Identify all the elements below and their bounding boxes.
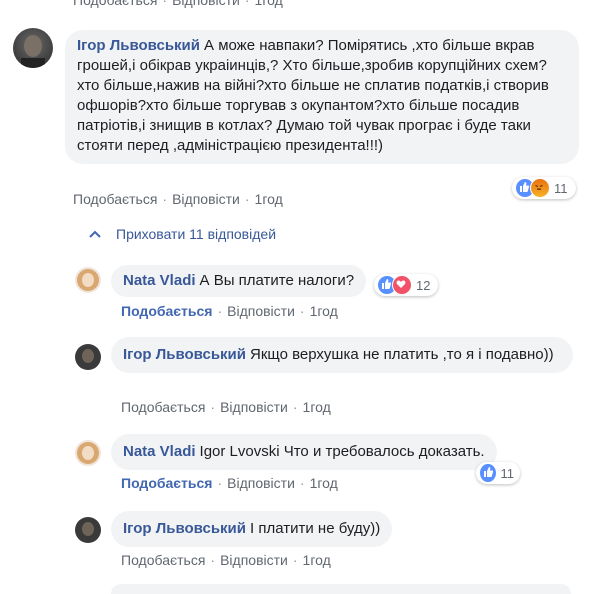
reply-bubble: Nata Vladi Igor Lvovski Что и требовалось…: [111, 434, 497, 470]
reply-actions: Подобається · Відповісти · 1год: [121, 399, 331, 415]
timestamp[interactable]: 1год: [310, 475, 338, 491]
timestamp[interactable]: 1год: [310, 303, 338, 319]
like-link[interactable]: Подобається: [73, 191, 157, 207]
avatar[interactable]: [75, 440, 101, 466]
like-link[interactable]: Подобається: [73, 0, 157, 8]
avatar[interactable]: [13, 28, 53, 68]
reply-actions: Подобається · Відповісти · 1год: [121, 475, 338, 491]
timestamp[interactable]: 1год: [303, 552, 331, 568]
reply-bubble: Ігор Львовський І платити не буду)): [111, 511, 393, 547]
reaction-summary[interactable]: 12: [374, 274, 438, 296]
avatar-face-icon: [77, 442, 99, 464]
avatar-face-icon: [21, 35, 45, 68]
reply-link[interactable]: Відповісти: [227, 303, 295, 319]
comment-actions: Подобається · Відповісти · 1год: [73, 191, 283, 207]
like-link[interactable]: Подобається: [121, 399, 205, 415]
reply-link[interactable]: Відповісти: [227, 475, 295, 491]
avatar-face-icon: [77, 269, 99, 291]
reply-actions: Подобається · Відповісти · 1год: [121, 552, 331, 568]
comment-text: І платити не буду)): [250, 520, 381, 537]
reply-link[interactable]: Відповісти: [172, 0, 240, 8]
reply-bubble: Nata Vladi А Вы платите налоги?: [111, 265, 367, 297]
comment-text: Igor Lvovski Что и требовалось доказать.: [199, 443, 485, 460]
angry-reaction-icon: [530, 178, 550, 198]
hide-replies-label: Приховати 11 відповідей: [116, 226, 277, 242]
comment-author[interactable]: Nata Vladi: [123, 443, 196, 460]
comment-text: Якщо верхушка не платить ,то я і подавно…: [250, 346, 554, 363]
timestamp[interactable]: 1год: [255, 0, 283, 8]
avatar[interactable]: [75, 267, 101, 293]
timestamp[interactable]: 1год: [255, 191, 283, 207]
reaction-count: 11: [500, 465, 515, 481]
avatar[interactable]: [75, 344, 101, 370]
comment-author[interactable]: Ігор Львовський: [77, 37, 200, 54]
reaction-count: 11: [554, 180, 568, 196]
reply-actions: Подобається · Відповісти · 1год: [121, 303, 338, 319]
timestamp[interactable]: 1год: [303, 399, 331, 415]
reply-link[interactable]: Відповісти: [220, 552, 288, 568]
comment-author[interactable]: Nata Vladi: [123, 272, 196, 289]
comment-text: А може навпаки? Помірятись ,хто більше в…: [77, 37, 549, 154]
reply-link[interactable]: Відповісти: [172, 191, 240, 207]
comment-text: А Вы платите налоги?: [199, 272, 355, 289]
love-reaction-icon: [392, 275, 412, 295]
comment-author[interactable]: Ігор Львовський: [123, 346, 246, 363]
reaction-summary[interactable]: 11: [476, 462, 520, 484]
hide-replies-toggle[interactable]: Приховати 11 відповідей: [88, 226, 276, 242]
like-link[interactable]: Подобається: [121, 475, 212, 491]
reply-bubble: Ігор Львовський Якщо верхушка не платить …: [111, 337, 573, 373]
like-link[interactable]: Подобається: [121, 552, 205, 568]
reaction-count: 12: [416, 277, 431, 293]
comment-author[interactable]: Ігор Львовський: [123, 520, 246, 537]
reaction-summary[interactable]: 11: [512, 177, 576, 199]
avatar[interactable]: [75, 517, 101, 543]
like-reaction-icon: [479, 463, 497, 483]
reply-link[interactable]: Відповісти: [220, 399, 288, 415]
chevron-up-icon: [89, 230, 101, 238]
next-reply-bubble: [111, 584, 571, 594]
avatar-face-icon: [82, 522, 94, 536]
avatar-face-icon: [82, 349, 94, 363]
prev-comment-actions: Подобається · Відповісти · 1год: [73, 0, 283, 8]
comment-bubble: Ігор Львовський А може навпаки? Помірятис…: [65, 30, 579, 164]
like-link[interactable]: Подобається: [121, 303, 212, 319]
